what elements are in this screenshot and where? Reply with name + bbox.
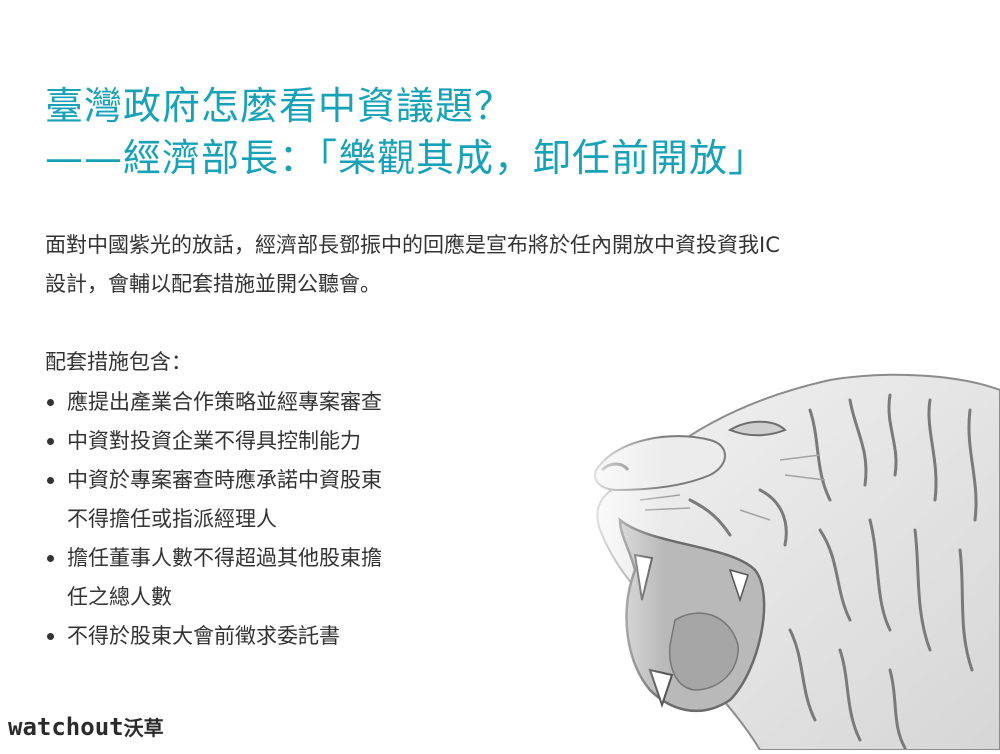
measures-heading: 配套措施包含： bbox=[45, 350, 192, 374]
measures-section: 配套措施包含： 應提出產業合作策略並經專案審查 中資對投資企業不得具控制能力 中… bbox=[45, 343, 515, 656]
roaring-tiger-icon bbox=[580, 370, 1000, 751]
intro-line-1: 面對中國紫光的放話，經濟部長鄧振中的回應是宣布將於任內開放中資投資我IC bbox=[45, 233, 780, 257]
measure-line: 中資對投資企業不得具控制能力 bbox=[67, 429, 361, 453]
measure-line: 應提出產業合作策略並經專案審查 bbox=[67, 390, 382, 414]
measure-line: 中資於專案審查時應承諾中資股東 bbox=[67, 468, 382, 492]
measure-line: 不得擔任或指派經理人 bbox=[67, 507, 277, 531]
logo-cjk-text: 沃草 bbox=[123, 716, 164, 740]
title-line-1: 臺灣政府怎麼看中資議題？ bbox=[45, 84, 514, 128]
measure-item: 擔任董事人數不得超過其他股東擔 任之總人數 bbox=[45, 539, 515, 617]
measure-item: 不得於股東大會前徵求委託書 bbox=[45, 617, 515, 656]
watchout-logo: watchout 沃草 bbox=[8, 712, 164, 741]
intro-paragraph: 面對中國紫光的放話，經濟部長鄧振中的回應是宣布將於任內開放中資投資我IC 設計，… bbox=[45, 226, 965, 304]
title-line-2: ——經濟部長：「樂觀其成，卸任前開放」 bbox=[45, 136, 768, 180]
measure-line: 任之總人數 bbox=[67, 585, 172, 609]
measure-item: 應提出產業合作策略並經專案審查 bbox=[45, 383, 515, 422]
logo-latin-text: watchout bbox=[8, 713, 124, 741]
measure-list: 應提出產業合作策略並經專案審查 中資對投資企業不得具控制能力 中資於專案審查時應… bbox=[45, 383, 515, 656]
measure-item: 中資對投資企業不得具控制能力 bbox=[45, 422, 515, 461]
measure-item: 中資於專案審查時應承諾中資股東 不得擔任或指派經理人 bbox=[45, 461, 515, 539]
measure-line: 擔任董事人數不得超過其他股東擔 bbox=[67, 546, 382, 570]
measure-line: 不得於股東大會前徵求委託書 bbox=[67, 624, 340, 648]
tiger-illustration bbox=[580, 370, 1000, 751]
intro-line-2: 設計，會輔以配套措施並開公聽會。 bbox=[45, 272, 381, 296]
slide-title: 臺灣政府怎麼看中資議題？ ——經濟部長：「樂觀其成，卸任前開放」 bbox=[45, 80, 985, 184]
